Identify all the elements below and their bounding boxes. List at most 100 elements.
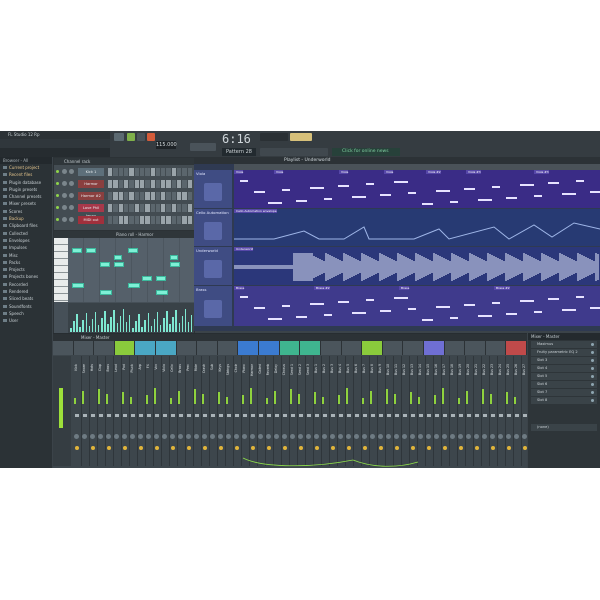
velocity-bar[interactable] <box>116 323 118 332</box>
step-button[interactable] <box>155 168 161 176</box>
velocity-bar[interactable] <box>166 311 168 332</box>
pan-knob[interactable] <box>146 434 151 439</box>
send-knob[interactable] <box>491 446 495 450</box>
fader-handle[interactable] <box>515 414 519 417</box>
velocity-bar[interactable] <box>163 318 165 332</box>
master-volume[interactable] <box>290 133 312 141</box>
velocity-bar[interactable] <box>144 320 146 332</box>
mixer-insert-color[interactable] <box>94 341 115 355</box>
pan-knob[interactable] <box>170 434 175 439</box>
volume-knob[interactable] <box>69 217 74 222</box>
mixer-insert-color[interactable] <box>135 341 157 355</box>
velocity-bar[interactable] <box>159 325 162 332</box>
step-button[interactable] <box>139 216 145 224</box>
velocity-bar[interactable] <box>175 310 177 332</box>
step-button[interactable] <box>187 168 192 176</box>
pan-knob[interactable] <box>130 434 135 439</box>
step-button[interactable] <box>123 180 129 188</box>
browser-item[interactable]: Backup <box>0 215 52 222</box>
pan-knob[interactable] <box>122 434 127 439</box>
pan-knob[interactable] <box>434 434 439 439</box>
velocity-bar[interactable] <box>85 313 87 332</box>
step-button[interactable] <box>187 192 192 200</box>
playlist-track[interactable]: Cello Automation Cello Automation envelop… <box>194 209 600 246</box>
track-lane[interactable]: Underworld <box>233 247 600 285</box>
pan-knob[interactable] <box>370 434 375 439</box>
mixer-insert-color[interactable] <box>485 341 507 355</box>
fader-handle[interactable] <box>123 414 127 417</box>
fx-enable-toggle[interactable] <box>591 367 594 370</box>
step-button[interactable] <box>155 180 161 188</box>
step-button[interactable] <box>108 216 113 224</box>
channel-row[interactable]: Harmor #2 <box>56 191 192 201</box>
send-knob[interactable] <box>363 446 367 450</box>
pan-knob[interactable] <box>186 434 191 439</box>
track-lane[interactable]: Viola Viola Viola Viola Viola #2 Viola #3 Viol… <box>234 170 600 208</box>
piano-note[interactable] <box>156 290 168 295</box>
pan-knob[interactable] <box>266 434 271 439</box>
step-button[interactable] <box>171 192 177 200</box>
fader-handle[interactable] <box>275 414 279 417</box>
track-lane[interactable]: Cello Automation envelope <box>234 209 600 246</box>
send-knob[interactable] <box>347 446 351 450</box>
fader-handle[interactable] <box>91 414 95 417</box>
pan-knob[interactable] <box>482 434 487 439</box>
fader-handle[interactable] <box>267 414 271 417</box>
pan-knob[interactable] <box>410 434 415 439</box>
volume-knob[interactable] <box>69 181 74 186</box>
note-grid[interactable] <box>68 238 194 302</box>
step-button[interactable] <box>166 216 171 224</box>
fx-slot[interactable]: Slot 4 <box>531 365 597 372</box>
tool-buttons[interactable] <box>260 148 328 156</box>
step-button[interactable] <box>118 180 123 188</box>
piano-note[interactable] <box>114 262 124 267</box>
piano-note[interactable] <box>72 283 84 288</box>
velocity-bar[interactable] <box>147 313 149 332</box>
pan-knob[interactable] <box>338 434 343 439</box>
velocity-bar[interactable] <box>150 326 153 332</box>
pan-knob[interactable] <box>62 205 67 210</box>
volume-knob[interactable] <box>69 169 74 174</box>
channel-mute-led[interactable] <box>56 206 59 209</box>
fader-handle[interactable] <box>395 414 399 417</box>
fader-handle[interactable] <box>499 414 503 417</box>
step-button[interactable] <box>118 168 123 176</box>
pan-knob[interactable] <box>82 434 87 439</box>
pan-knob[interactable] <box>330 434 335 439</box>
fader-handle[interactable] <box>483 414 487 417</box>
step-button[interactable] <box>161 192 166 200</box>
channel-mute-led[interactable] <box>56 182 59 185</box>
velocity-bar[interactable] <box>141 327 143 332</box>
pan-knob[interactable] <box>114 434 119 439</box>
step-button[interactable] <box>139 192 145 200</box>
pan-knob[interactable] <box>474 434 479 439</box>
pan-knob[interactable] <box>282 434 287 439</box>
send-knob[interactable] <box>139 446 143 450</box>
pan-knob[interactable] <box>90 434 95 439</box>
volume-knob[interactable] <box>69 205 74 210</box>
track-header[interactable]: Viola <box>194 170 232 208</box>
pan-knob[interactable] <box>62 169 67 174</box>
playlist-track[interactable]: Underworld Underworld <box>194 247 600 285</box>
step-sequencer[interactable] <box>108 216 192 224</box>
mixer-insert-color[interactable] <box>300 341 321 355</box>
velocity-bar[interactable] <box>156 312 159 332</box>
channel-name-button[interactable]: Harmor #2 <box>78 192 104 200</box>
piano-note[interactable] <box>128 283 140 288</box>
velocity-bar[interactable] <box>153 319 156 332</box>
browser-item[interactable]: Misc <box>0 252 52 259</box>
velocity-bar[interactable] <box>110 317 112 332</box>
fader-handle[interactable] <box>459 414 463 417</box>
mixer-insert-color[interactable] <box>444 341 466 355</box>
fx-slot[interactable]: Slot 7 <box>531 389 597 396</box>
piano-note[interactable] <box>100 262 110 267</box>
pan-knob[interactable] <box>426 434 431 439</box>
play-button[interactable] <box>127 133 135 141</box>
mixer-insert-color[interactable] <box>362 341 383 355</box>
fader-handle[interactable] <box>523 414 527 417</box>
pan-knob[interactable] <box>378 434 383 439</box>
mixer-insert-color[interactable] <box>73 341 95 355</box>
tempo-display[interactable]: 115.000 <box>156 141 177 149</box>
browser-item[interactable]: Projects bones <box>0 273 52 280</box>
velocity-bar[interactable] <box>135 321 137 332</box>
